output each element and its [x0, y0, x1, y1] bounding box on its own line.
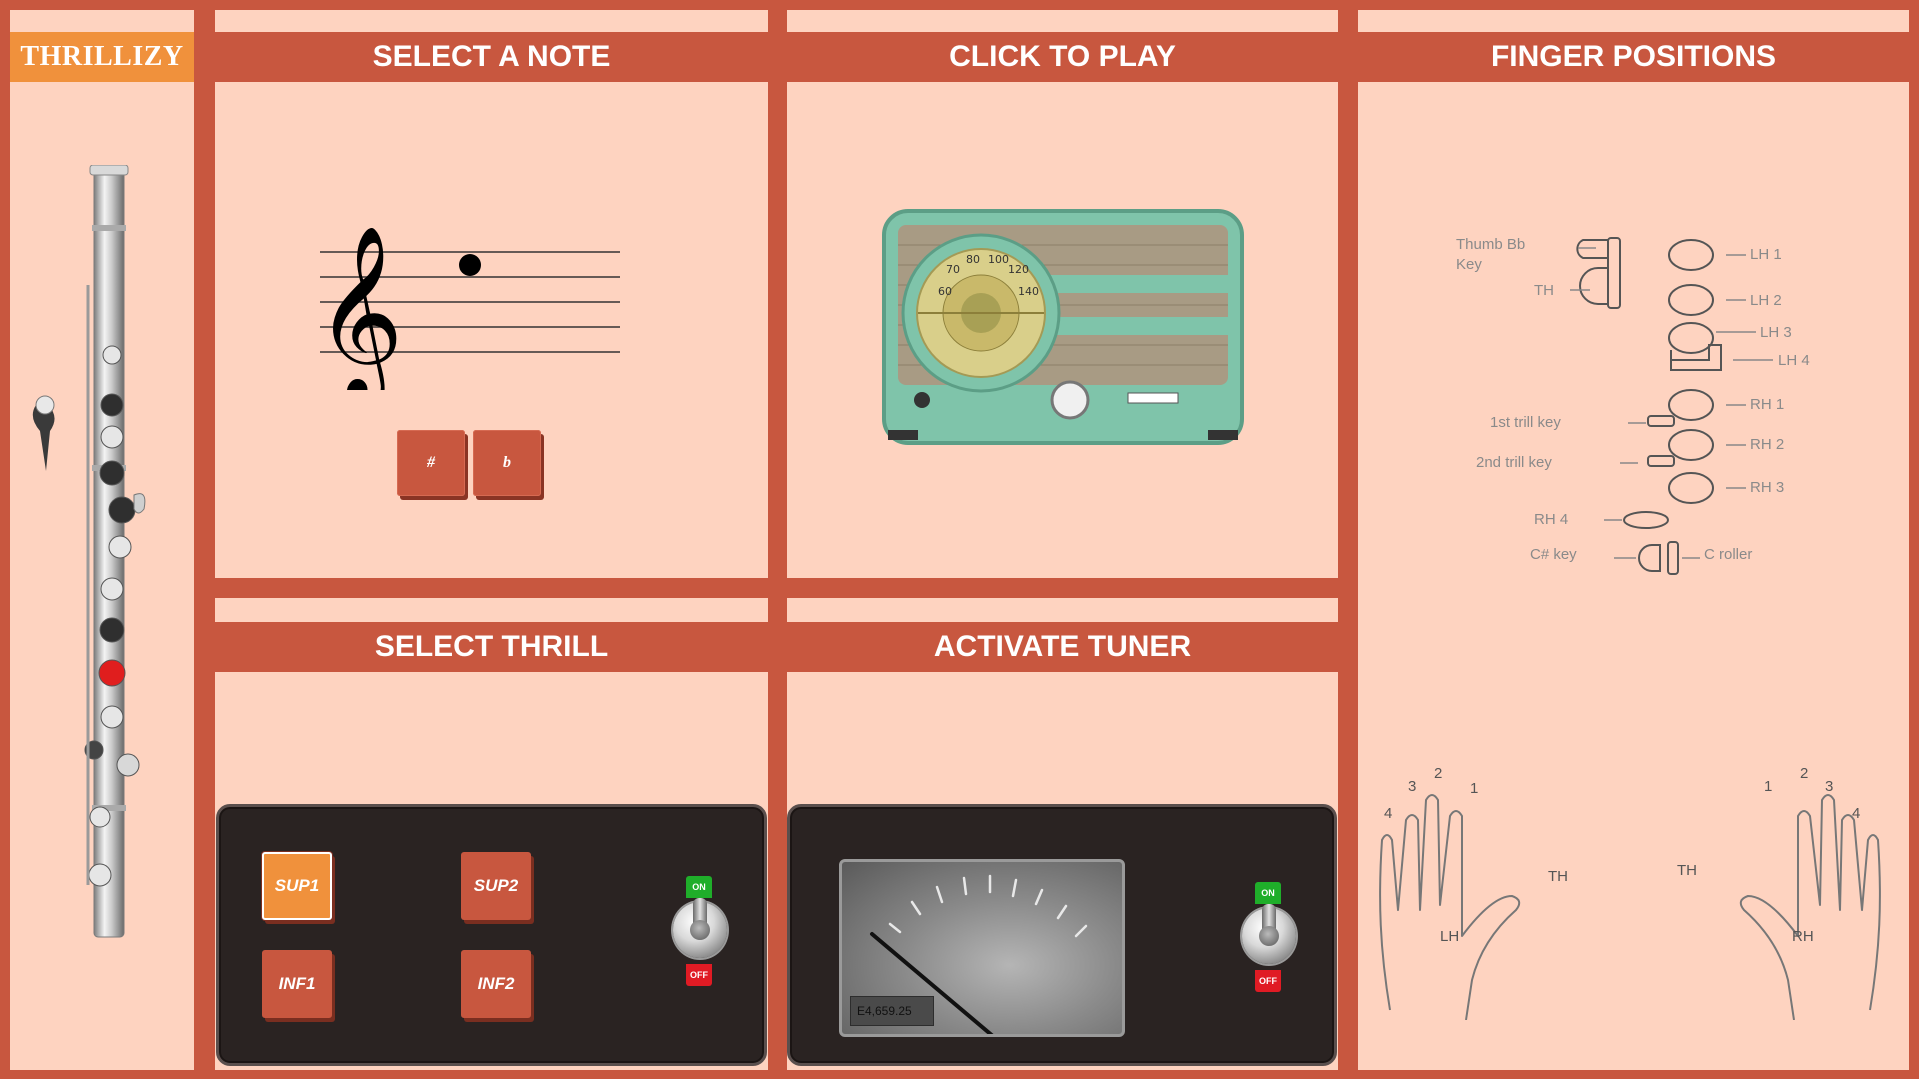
- tuner-toggle-on: ON: [1255, 882, 1281, 904]
- left-finger-4: 4: [1384, 805, 1393, 822]
- dial-70: 70: [946, 263, 960, 276]
- label-trill1: 1st trill key: [1490, 414, 1561, 431]
- label-key: Key: [1456, 256, 1482, 273]
- label-lh1: LH 1: [1750, 246, 1782, 263]
- tuner-meter: E4,659.25: [839, 859, 1125, 1037]
- left-finger-2: 2: [1434, 765, 1443, 782]
- finger-positions-header: FINGER POSITIONS: [1358, 32, 1909, 82]
- play-header: CLICK TO PLAY: [787, 32, 1338, 82]
- note-head: [459, 254, 481, 276]
- thrill-inf2-button[interactable]: INF2: [461, 950, 531, 1018]
- dial-80: 80: [966, 253, 980, 266]
- label-lh3: LH 3: [1760, 324, 1792, 341]
- select-thrill-header: SELECT THRILL: [215, 622, 768, 672]
- flat-button[interactable]: b: [473, 430, 541, 496]
- select-note-header: SELECT A NOTE: [215, 32, 768, 82]
- app-logo: THRILLIZY: [10, 32, 194, 82]
- label-rh4: RH 4: [1534, 511, 1569, 528]
- tuner-readout: E4,659.25: [850, 996, 934, 1026]
- thrill-inf1-button[interactable]: INF1: [262, 950, 332, 1018]
- label-thumb-bb: Thumb Bb: [1456, 236, 1526, 253]
- label-rh2: RH 2: [1750, 436, 1785, 453]
- right-finger-2: 2: [1800, 765, 1809, 782]
- thrill-toggle-switch[interactable]: ON OFF: [673, 876, 727, 986]
- label-rh3: RH 3: [1750, 479, 1785, 496]
- dial-140: 140: [1018, 285, 1039, 298]
- label-lh2: LH 2: [1750, 292, 1782, 309]
- thrill-sup1-button[interactable]: SUP1: [262, 852, 332, 920]
- thrill-toggle-off: OFF: [686, 964, 712, 986]
- dial-120: 120: [1008, 263, 1029, 276]
- right-finger-1: 1: [1764, 778, 1773, 795]
- left-thumb-label: TH: [1548, 868, 1568, 885]
- left-hand-diagram: [1379, 794, 1521, 1020]
- radio-play-button[interactable]: 60 70 80 100 120 140: [878, 205, 1248, 450]
- thrill-sup2-button[interactable]: SUP2: [461, 852, 531, 920]
- left-finger-1: 1: [1470, 780, 1479, 797]
- tuner-header: ACTIVATE TUNER: [787, 622, 1338, 672]
- left-finger-3: 3: [1408, 778, 1417, 795]
- thrill-toggle-on: ON: [686, 876, 712, 898]
- music-staff[interactable]: 𝄞: [315, 225, 625, 390]
- tuner-toggle-switch[interactable]: ON OFF: [1242, 882, 1296, 992]
- right-thumb-label: TH: [1677, 862, 1697, 879]
- dial-100: 100: [988, 253, 1009, 266]
- right-finger-4: 4: [1852, 805, 1861, 822]
- sharp-button[interactable]: #: [397, 430, 465, 496]
- label-croller: C roller: [1704, 546, 1753, 563]
- svg-text:𝄞: 𝄞: [315, 225, 404, 390]
- label-lh4: LH 4: [1778, 352, 1810, 369]
- flute-image: [32, 165, 146, 938]
- dial-60: 60: [938, 285, 952, 298]
- fingering-chart: Thumb Bb Key TH LH 1 LH 2 LH 3 LH 4 1st …: [1358, 220, 1909, 580]
- label-csharp: C# key: [1530, 546, 1577, 563]
- tuner-toggle-off: OFF: [1255, 970, 1281, 992]
- label-th: TH: [1534, 282, 1554, 299]
- label-rh1: RH 1: [1750, 396, 1785, 413]
- left-hand-label: LH: [1440, 928, 1460, 945]
- right-finger-3: 3: [1825, 778, 1834, 795]
- toggle-hub: [1259, 926, 1279, 946]
- toggle-hub: [690, 920, 710, 940]
- label-trill2: 2nd trill key: [1476, 454, 1552, 471]
- right-hand-label: RH: [1792, 928, 1814, 945]
